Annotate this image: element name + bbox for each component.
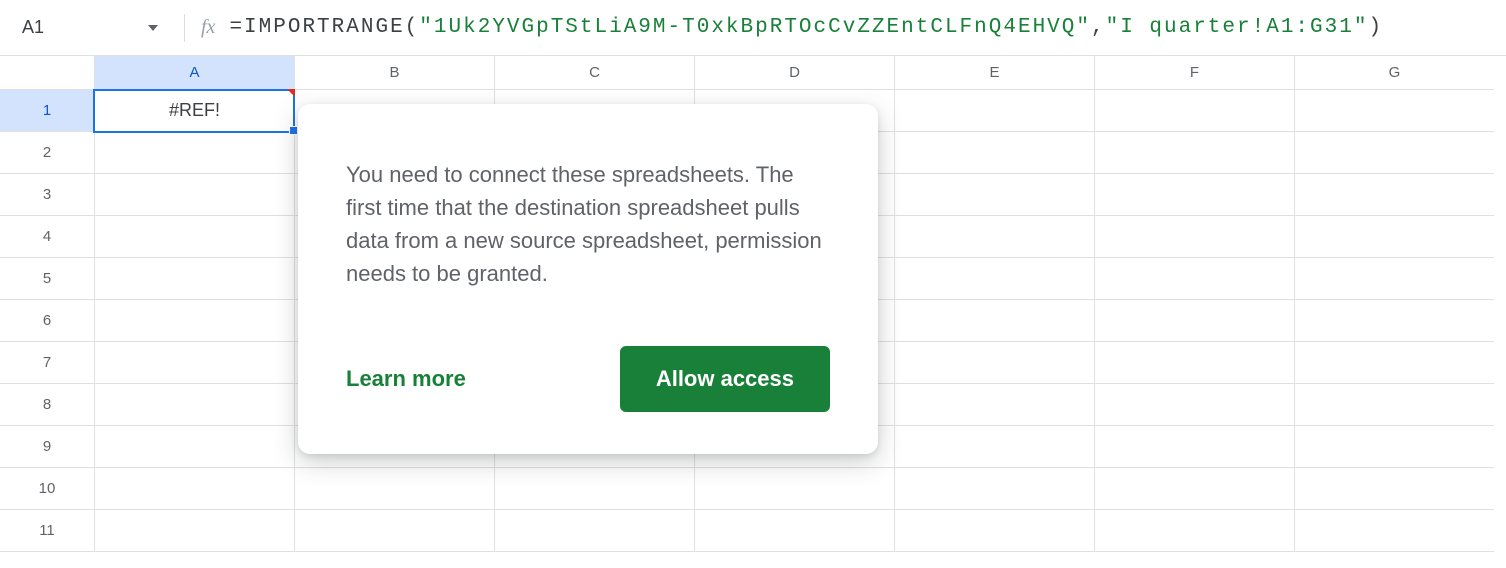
allow-access-button[interactable]: Allow access (620, 346, 830, 412)
name-box-value: A1 (22, 17, 44, 38)
cell-f2[interactable] (1094, 132, 1294, 174)
cell-e2[interactable] (894, 132, 1094, 174)
cell-e10[interactable] (894, 468, 1094, 510)
cell-e3[interactable] (894, 174, 1094, 216)
cell-e4[interactable] (894, 216, 1094, 258)
col-header-g[interactable]: G (1294, 56, 1494, 90)
row-header-2[interactable]: 2 (0, 132, 94, 174)
cell-g7[interactable] (1294, 342, 1494, 384)
cell-a7[interactable] (94, 342, 294, 384)
formula-bar: A1 fx =IMPORTRANGE("1Uk2YVGpTStLiA9M-T0x… (0, 0, 1506, 56)
permission-popover: You need to connect these spreadsheets. … (298, 104, 878, 454)
cell-f8[interactable] (1094, 384, 1294, 426)
cell-a9[interactable] (94, 426, 294, 468)
cell-d10[interactable] (694, 468, 894, 510)
cell-e11[interactable] (894, 510, 1094, 552)
cell-f6[interactable] (1094, 300, 1294, 342)
cell-e5[interactable] (894, 258, 1094, 300)
col-header-c[interactable]: C (494, 56, 694, 90)
col-header-b[interactable]: B (294, 56, 494, 90)
row-header-4[interactable]: 4 (0, 216, 94, 258)
cell-f9[interactable] (1094, 426, 1294, 468)
cell-f4[interactable] (1094, 216, 1294, 258)
cell-a5[interactable] (94, 258, 294, 300)
cell-a8[interactable] (94, 384, 294, 426)
cell-e8[interactable] (894, 384, 1094, 426)
row-header-7[interactable]: 7 (0, 342, 94, 384)
row-10: 10 (0, 468, 1506, 510)
chevron-down-icon (148, 25, 158, 31)
cell-g6[interactable] (1294, 300, 1494, 342)
cell-f11[interactable] (1094, 510, 1294, 552)
cell-g2[interactable] (1294, 132, 1494, 174)
cell-g11[interactable] (1294, 510, 1494, 552)
cell-b11[interactable] (294, 510, 494, 552)
row-header-10[interactable]: 10 (0, 468, 94, 510)
cell-g10[interactable] (1294, 468, 1494, 510)
cell-a3[interactable] (94, 174, 294, 216)
divider (184, 14, 185, 42)
cell-e1[interactable] (894, 90, 1094, 132)
row-header-5[interactable]: 5 (0, 258, 94, 300)
cell-f5[interactable] (1094, 258, 1294, 300)
popover-message: You need to connect these spreadsheets. … (346, 158, 830, 290)
cell-c10[interactable] (494, 468, 694, 510)
col-header-f[interactable]: F (1094, 56, 1294, 90)
name-box[interactable]: A1 (8, 10, 168, 46)
row-header-6[interactable]: 6 (0, 300, 94, 342)
learn-more-link[interactable]: Learn more (346, 366, 466, 392)
cell-g1[interactable] (1294, 90, 1494, 132)
cell-f3[interactable] (1094, 174, 1294, 216)
row-header-1[interactable]: 1 (0, 90, 94, 132)
cell-g5[interactable] (1294, 258, 1494, 300)
col-header-e[interactable]: E (894, 56, 1094, 90)
cell-c11[interactable] (494, 510, 694, 552)
select-all-corner[interactable] (0, 56, 94, 90)
col-header-d[interactable]: D (694, 56, 894, 90)
cell-e6[interactable] (894, 300, 1094, 342)
column-headers: A B C D E F G (0, 56, 1506, 90)
cell-f7[interactable] (1094, 342, 1294, 384)
row-header-11[interactable]: 11 (0, 510, 94, 552)
cell-a10[interactable] (94, 468, 294, 510)
cell-g3[interactable] (1294, 174, 1494, 216)
cell-a11[interactable] (94, 510, 294, 552)
row-header-9[interactable]: 9 (0, 426, 94, 468)
cell-a6[interactable] (94, 300, 294, 342)
cell-e7[interactable] (894, 342, 1094, 384)
cell-e9[interactable] (894, 426, 1094, 468)
cell-g4[interactable] (1294, 216, 1494, 258)
cell-d11[interactable] (694, 510, 894, 552)
popover-actions: Learn more Allow access (346, 346, 830, 412)
cell-a2[interactable] (94, 132, 294, 174)
row-header-8[interactable]: 8 (0, 384, 94, 426)
row-header-3[interactable]: 3 (0, 174, 94, 216)
cell-g8[interactable] (1294, 384, 1494, 426)
col-header-a[interactable]: A (94, 56, 294, 90)
cell-a4[interactable] (94, 216, 294, 258)
cell-b10[interactable] (294, 468, 494, 510)
cell-a1-value: #REF! (169, 100, 220, 121)
cell-g9[interactable] (1294, 426, 1494, 468)
fx-icon[interactable]: fx (201, 16, 215, 39)
cell-f10[interactable] (1094, 468, 1294, 510)
cell-f1[interactable] (1094, 90, 1294, 132)
cell-a1[interactable]: #REF! (94, 90, 294, 132)
formula-input[interactable]: =IMPORTRANGE("1Uk2YVGpTStLiA9M-T0xkBpRTO… (229, 16, 1383, 39)
row-11: 11 (0, 510, 1506, 552)
